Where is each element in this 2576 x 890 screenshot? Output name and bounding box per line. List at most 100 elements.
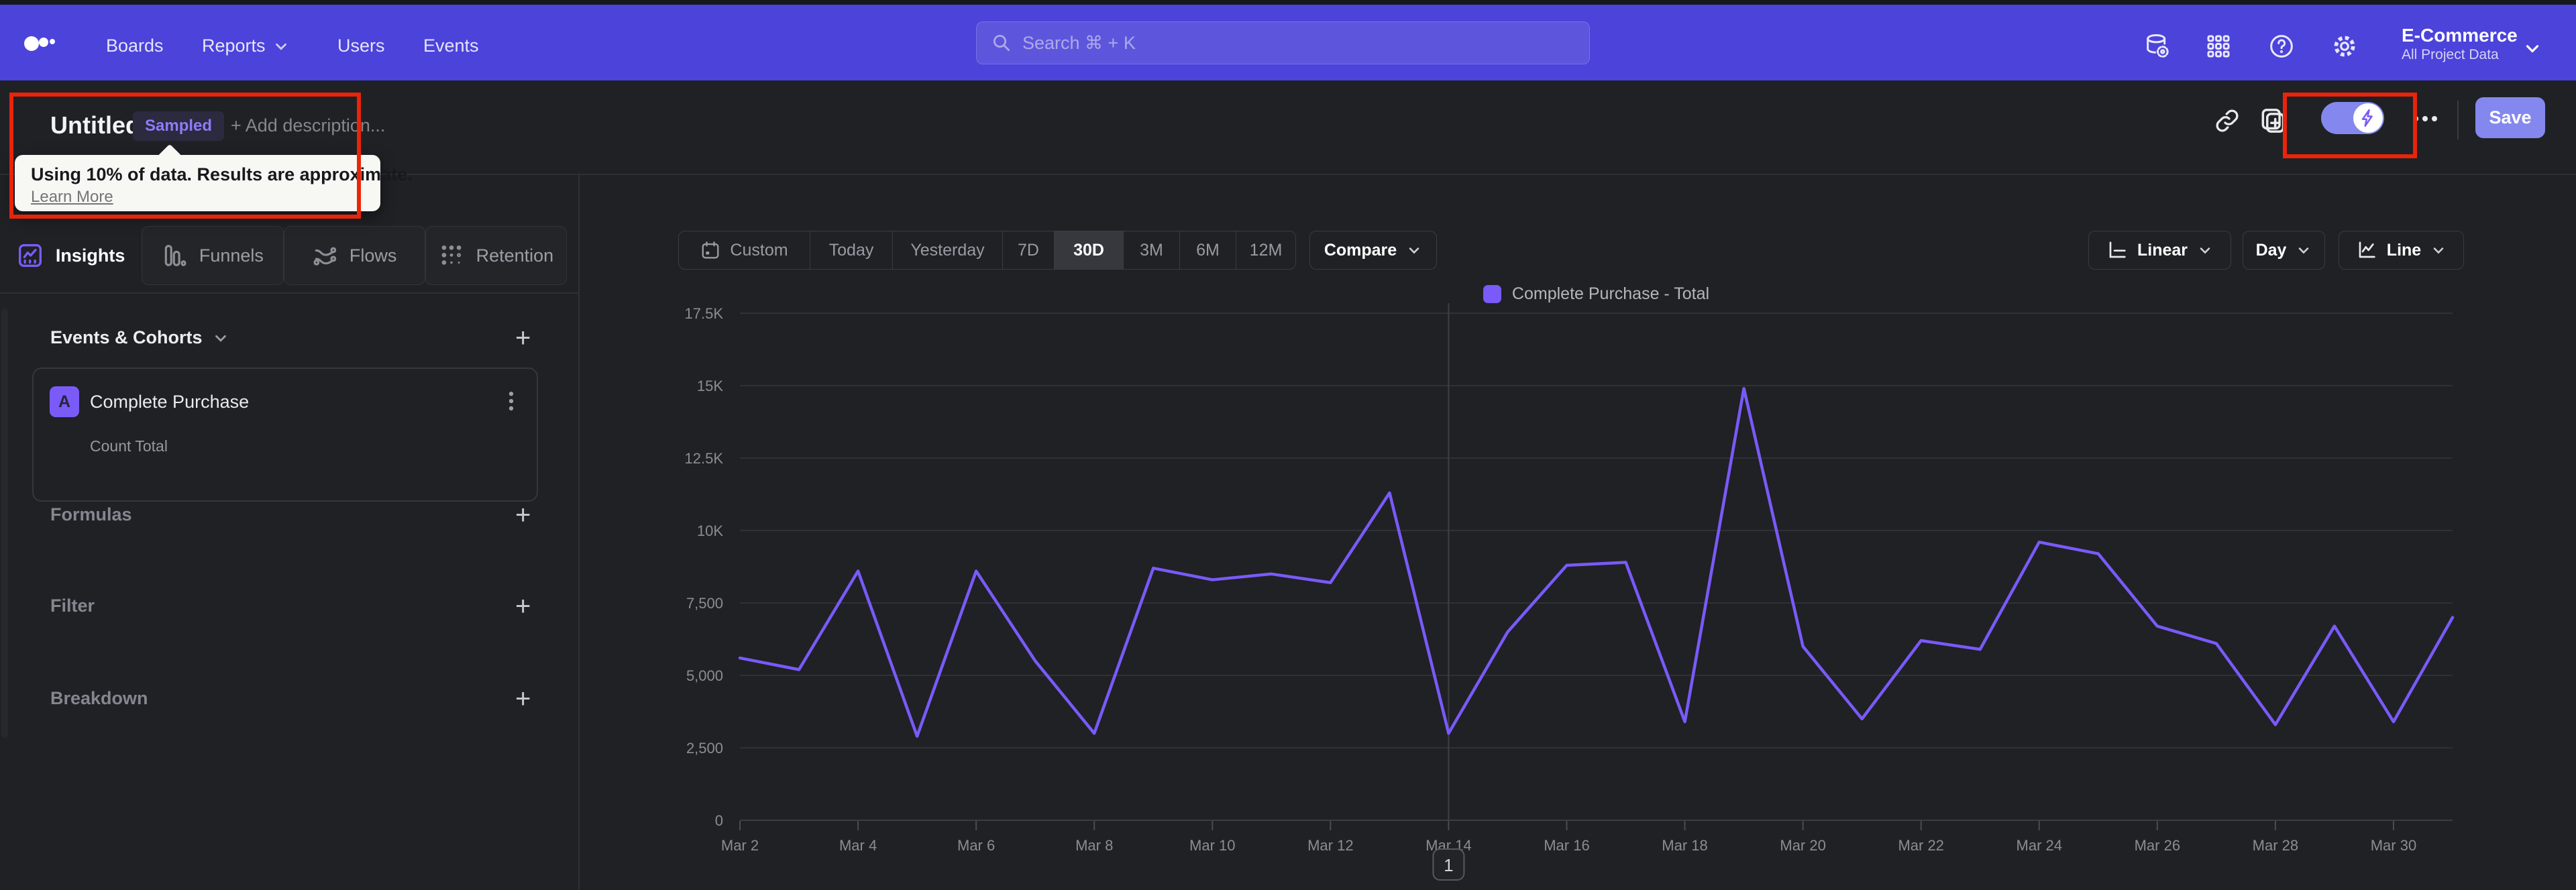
top-nav: Boards Reports Users Events Search ⌘ + K… [0, 5, 2576, 80]
tab-label: Flows [349, 245, 397, 266]
section-formulas: Formulas [50, 504, 132, 524]
segment-label: 7D [1018, 240, 1039, 260]
nav-item-events[interactable]: Events [423, 36, 479, 56]
add-breakdown-button[interactable]: + [515, 685, 531, 712]
chevron-down-icon [2430, 242, 2447, 258]
mixpanel-logo-icon[interactable] [24, 33, 59, 53]
report-header [0, 80, 2576, 174]
calendar-icon [700, 240, 720, 260]
svg-text:15K: 15K [697, 378, 723, 394]
svg-text:Mar 14: Mar 14 [1426, 837, 1471, 854]
svg-text:Mar 6: Mar 6 [957, 837, 995, 854]
section-breakdown: Breakdown [50, 688, 148, 708]
chevron-down-icon [1406, 242, 1422, 258]
compare-button[interactable]: Compare [1309, 231, 1437, 270]
tab-label: Retention [476, 245, 554, 266]
sampling-toggle[interactable] [2321, 102, 2384, 134]
scale-dropdown[interactable]: Linear [2088, 231, 2231, 270]
flows-icon [312, 243, 337, 268]
project-chevron-icon[interactable] [2522, 38, 2542, 58]
add-to-board-icon[interactable] [2258, 106, 2288, 135]
add-description[interactable]: + Add description... [231, 115, 385, 136]
nav-item-users[interactable]: Users [337, 36, 385, 56]
legend-swatch [1483, 285, 1501, 303]
svg-text:10K: 10K [697, 522, 723, 539]
date-segment-yesterday[interactable]: Yesterday [892, 231, 1002, 269]
date-segment-30d[interactable]: 30D [1054, 231, 1123, 269]
chart-legend[interactable]: Complete Purchase - Total [740, 284, 2453, 304]
sampled-badge[interactable]: Sampled [133, 111, 225, 141]
nav-item-label: Reports [202, 36, 266, 56]
tab-funnels[interactable]: Funnels [142, 226, 284, 285]
svg-text:12.5K: 12.5K [685, 450, 724, 467]
tooltip-message: Using 10% of data. Results are approxima… [31, 164, 413, 184]
event-card[interactable] [32, 368, 538, 502]
svg-text:Mar 10: Mar 10 [1189, 837, 1235, 854]
legend-label: Complete Purchase - Total [1511, 284, 1710, 303]
project-switcher[interactable]: E-Commerce All Project Data [2402, 25, 2518, 63]
date-segment-6m[interactable]: 6M [1179, 231, 1236, 269]
compare-label: Compare [1324, 240, 1397, 260]
segment-label: 12M [1249, 240, 1283, 260]
date-range-control: Custom Today Yesterday 7D 30D 3M 6M 12M [678, 231, 1296, 270]
svg-text:Mar 8: Mar 8 [1075, 837, 1113, 854]
project-scope: All Project Data [2402, 47, 2499, 63]
tab-retention[interactable]: Retention [425, 226, 567, 285]
tab-insights[interactable]: Insights [0, 226, 142, 285]
chart-type-dropdown[interactable]: Line [2339, 231, 2464, 270]
sampling-tooltip: Using 10% of data. Results are approxima… [15, 144, 413, 211]
segment-label: 3M [1140, 240, 1163, 260]
tab-flows[interactable]: Flows [283, 226, 425, 285]
nav-item-reports[interactable]: Reports [202, 36, 290, 56]
date-segment-12m[interactable]: 12M [1236, 231, 1295, 269]
svg-text:17.5K: 17.5K [685, 305, 724, 322]
granularity-dropdown[interactable]: Day [2243, 231, 2325, 270]
tab-label: Insights [55, 245, 125, 266]
header-vertical-divider [2457, 101, 2459, 140]
search-input[interactable]: Search ⌘ + K [976, 21, 1590, 64]
svg-text:5,000: 5,000 [686, 667, 723, 684]
add-event-button[interactable]: + [515, 325, 531, 351]
sidebar-scrollbar[interactable] [1, 309, 8, 738]
help-icon[interactable] [2266, 31, 2297, 62]
add-formula-button[interactable]: + [515, 502, 531, 529]
segment-label: Yesterday [910, 240, 985, 260]
events-cohorts-header[interactable]: Events & Cohorts [50, 327, 229, 348]
event-kebab-menu-icon[interactable] [498, 388, 525, 414]
segment-label: Custom [730, 240, 788, 260]
svg-text:Mar 18: Mar 18 [1662, 837, 1707, 854]
learn-more-link[interactable]: Learn More [31, 188, 113, 207]
svg-text:Mar 26: Mar 26 [2135, 837, 2180, 854]
mixpanel-app: Boards Reports Users Events Search ⌘ + K… [0, 0, 2576, 890]
settings-gear-icon[interactable] [2329, 31, 2360, 62]
screen-top-strip [0, 0, 2576, 5]
apps-grid-icon[interactable] [2203, 31, 2234, 62]
more-menu-icon[interactable] [2410, 109, 2440, 129]
date-segment-today[interactable]: Today [810, 231, 892, 269]
report-title[interactable]: Untitled [50, 111, 140, 140]
search-placeholder: Search ⌘ + K [1022, 32, 1136, 53]
tabs-divider [0, 292, 578, 294]
chevron-down-icon [2197, 242, 2213, 258]
date-segment-7d[interactable]: 7D [1002, 231, 1054, 269]
chevron-down-icon [2296, 242, 2312, 258]
events-cohorts-label: Events & Cohorts [50, 327, 203, 347]
insights-icon [17, 242, 44, 269]
linear-scale-icon [2106, 239, 2128, 261]
funnels-icon [162, 243, 187, 268]
date-segment-3m[interactable]: 3M [1123, 231, 1179, 269]
data-management-icon[interactable] [2141, 31, 2172, 62]
event-metric[interactable]: Count Total [90, 437, 168, 455]
nav-item-boards[interactable]: Boards [106, 36, 164, 56]
save-button[interactable]: Save [2475, 97, 2545, 138]
chart-type-label: Line [2386, 240, 2422, 260]
svg-text:Mar 12: Mar 12 [1307, 837, 1353, 854]
date-segment-custom[interactable]: Custom [679, 231, 810, 269]
event-name[interactable]: Complete Purchase [90, 392, 249, 412]
tab-label: Funnels [199, 245, 264, 266]
svg-text:Mar 24: Mar 24 [2017, 837, 2062, 854]
nav-item-label: Events [423, 36, 479, 56]
copy-link-icon[interactable] [2214, 107, 2241, 134]
event-series-badge: A [50, 386, 79, 417]
add-filter-button[interactable]: + [515, 593, 531, 620]
